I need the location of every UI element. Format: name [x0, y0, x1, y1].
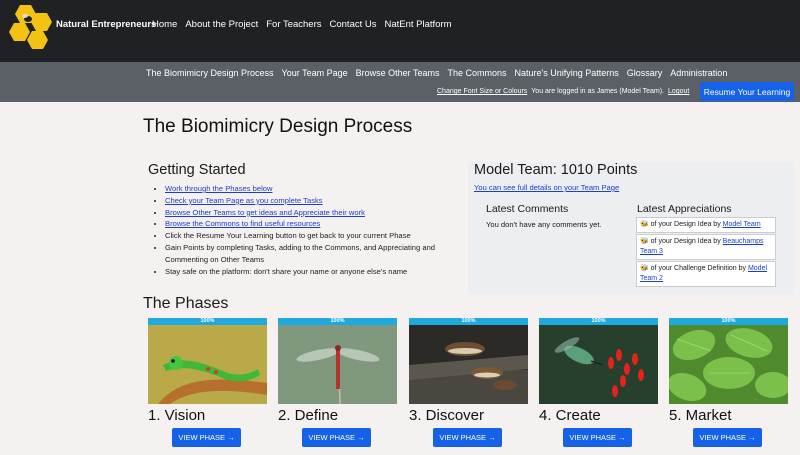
subnav-browse-teams[interactable]: Browse Other Teams [356, 68, 440, 78]
bee-hexagon-logo[interactable] [6, 3, 54, 49]
subnav-commons[interactable]: The Commons [447, 68, 506, 78]
nav-teachers[interactable]: For Teachers [266, 19, 321, 30]
phase-card-market: 100% 5. Market VIEW PHASE → [669, 318, 788, 447]
phase-name: 4. Create [539, 407, 601, 424]
appreciation-item: 🐝 of your Design Idea by Model Team [636, 217, 776, 233]
bee-icon: 🐝 [640, 238, 649, 245]
list-item: Check your Team Page as you complete Tas… [165, 195, 466, 207]
commons-link[interactable]: Browse the Commons to find useful resour… [165, 219, 320, 228]
nav-platform[interactable]: NatEnt Platform [385, 19, 452, 30]
logout-link[interactable]: Logout [668, 88, 689, 95]
latest-comments-title: Latest Comments [486, 203, 569, 215]
list-item: Stay safe on the platform: don't share y… [165, 266, 466, 278]
subnav-admin[interactable]: Administration [670, 68, 727, 78]
bee-icon: 🐝 [640, 265, 649, 272]
logged-in-text: You are logged in as James (Model Team). [531, 88, 664, 95]
sub-navbar: The Biomimicry Design Process Your Team … [0, 62, 800, 102]
subnav-design-process[interactable]: The Biomimicry Design Process [146, 68, 274, 78]
team-page-link[interactable]: Check your Team Page as you complete Tas… [165, 196, 323, 205]
subnav-glossary[interactable]: Glossary [627, 68, 663, 78]
main-nav: Home About the Project For Teachers Cont… [152, 19, 452, 30]
phase-card-create: 100% 4. Create VIEW PHASE → [539, 318, 658, 447]
nav-about[interactable]: About the Project [185, 19, 258, 30]
bee-icon: 🐝 [640, 221, 649, 228]
view-phase-button[interactable]: VIEW PHASE → [693, 428, 762, 447]
phases-link[interactable]: Work through the Phases below [165, 184, 273, 193]
team-details-link[interactable]: You can see full details on your Team Pa… [474, 183, 619, 192]
list-item: Work through the Phases below [165, 183, 466, 195]
brand-name[interactable]: Natural Entrepreneurs [56, 19, 156, 30]
list-item: Gain Points by completing Tasks, adding … [165, 242, 466, 266]
progress-bar: 100% [409, 318, 528, 325]
phase-name: 1. Vision [148, 407, 206, 424]
phases-title: The Phases [143, 295, 229, 312]
fungi-image[interactable] [409, 325, 528, 404]
progress-bar: 100% [539, 318, 658, 325]
progress-bar: 100% [278, 318, 397, 325]
nav-contact[interactable]: Contact Us [330, 19, 377, 30]
change-font-link[interactable]: Change Font Size or Colours [437, 88, 527, 95]
team-points-title: Model Team: 1010 Points [474, 162, 638, 178]
view-phase-button[interactable]: VIEW PHASE → [172, 428, 241, 447]
team-summary-card: Model Team: 1010 Points You can see full… [468, 162, 794, 294]
getting-started-list: Work through the Phases below Check your… [148, 183, 466, 277]
comments-empty-text: You don't have any comments yet. [486, 220, 602, 229]
appreciations-list: 🐝 of your Design Idea by Model Team 🐝 of… [636, 217, 776, 288]
list-item: Browse Other Teams to get ideas and Appr… [165, 207, 466, 219]
resume-learning-button[interactable]: Resume Your Learning [700, 82, 794, 101]
appreciation-item: 🐝 of your Challenge Definition by Model … [636, 261, 776, 287]
progress-bar: 100% [669, 318, 788, 325]
getting-started-section: Getting Started Work through the Phases … [148, 162, 466, 277]
phase-card-define: 100% 2. Define VIEW PHASE → [278, 318, 397, 447]
user-status: Change Font Size or Colours You are logg… [437, 88, 689, 95]
top-navbar: Natural Entrepreneurs Home About the Pro… [0, 0, 800, 62]
phase-card-vision: 100% 1. Vision VIEW PHASE → [148, 318, 267, 447]
view-phase-button[interactable]: VIEW PHASE → [563, 428, 632, 447]
phase-name: 3. Discover [409, 407, 485, 424]
page-title: The Biomimicry Design Process [143, 116, 413, 137]
browse-teams-link[interactable]: Browse Other Teams to get ideas and Appr… [165, 208, 365, 217]
subnav-team-page[interactable]: Your Team Page [282, 68, 348, 78]
phase-name: 2. Define [278, 407, 339, 424]
appreciation-item: 🐝 of your Design Idea by Beauchamps Team… [636, 234, 776, 260]
dragonfly-image[interactable] [278, 325, 397, 404]
getting-started-title: Getting Started [148, 162, 246, 178]
leaves-image[interactable] [669, 325, 788, 404]
list-item: Browse the Commons to find useful resour… [165, 218, 466, 230]
phase-name: 5. Market [669, 407, 732, 424]
subnav-patterns[interactable]: Nature's Unifying Patterns [515, 68, 619, 78]
gecko-image[interactable] [148, 325, 267, 404]
platform-nav: The Biomimicry Design Process Your Team … [146, 68, 727, 78]
view-phase-button[interactable]: VIEW PHASE → [302, 428, 371, 447]
latest-appreciations-title: Latest Appreciations [637, 203, 732, 215]
hummingbird-image[interactable] [539, 325, 658, 404]
team-link[interactable]: Model Team [723, 221, 761, 228]
phase-card-discover: 100% 3. Discover VIEW PHASE → [409, 318, 528, 447]
progress-bar: 100% [148, 318, 267, 325]
view-phase-button[interactable]: VIEW PHASE → [433, 428, 502, 447]
nav-home[interactable]: Home [152, 19, 177, 30]
list-item: Click the Resume Your Learning button to… [165, 230, 466, 242]
